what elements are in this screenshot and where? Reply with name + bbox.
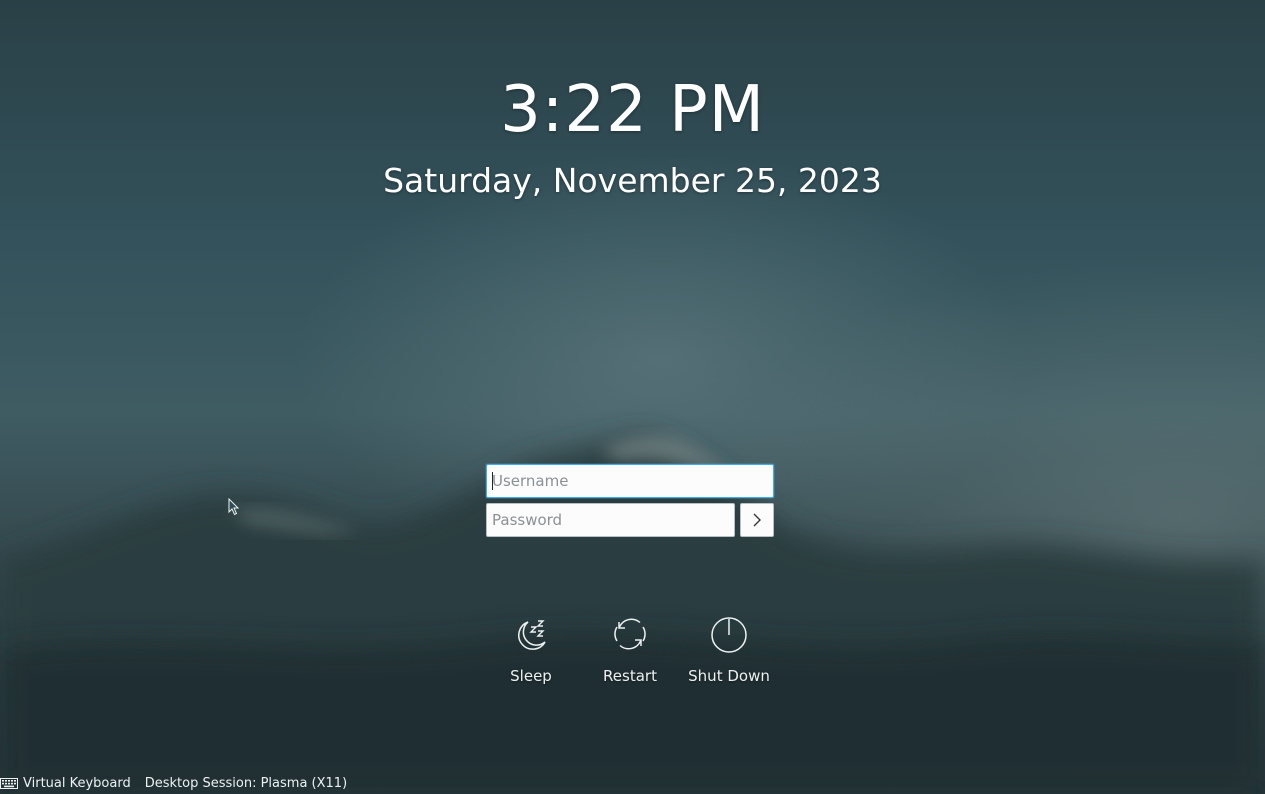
keyboard-icon bbox=[0, 778, 18, 789]
text-caret bbox=[492, 472, 493, 490]
restart-button[interactable]: Restart bbox=[580, 614, 680, 685]
password-input[interactable] bbox=[486, 503, 735, 537]
footer-bar: Virtual Keyboard Desktop Session: Plasma… bbox=[0, 773, 347, 793]
username-input[interactable] bbox=[486, 464, 774, 498]
shutdown-icon bbox=[711, 617, 747, 653]
sleep-icon bbox=[518, 620, 546, 650]
restart-icon bbox=[614, 618, 646, 650]
login-submit-button[interactable] bbox=[740, 503, 774, 537]
shutdown-button[interactable]: Shut Down bbox=[679, 614, 779, 685]
desktop-session-selector[interactable]: Desktop Session: Plasma (X11) bbox=[145, 776, 347, 791]
sleep-label: Sleep bbox=[510, 667, 552, 685]
mouse-pointer-icon bbox=[228, 498, 240, 516]
clock-date: Saturday, November 25, 2023 bbox=[383, 161, 882, 200]
sleep-button[interactable]: Sleep bbox=[481, 614, 581, 685]
virtual-keyboard-label: Virtual Keyboard bbox=[23, 775, 131, 791]
restart-label: Restart bbox=[603, 667, 657, 685]
virtual-keyboard-button[interactable]: Virtual Keyboard bbox=[0, 776, 131, 791]
clock-time: 3:22 PM bbox=[500, 73, 765, 147]
shutdown-label: Shut Down bbox=[688, 667, 770, 685]
chevron-right-icon bbox=[753, 513, 761, 527]
